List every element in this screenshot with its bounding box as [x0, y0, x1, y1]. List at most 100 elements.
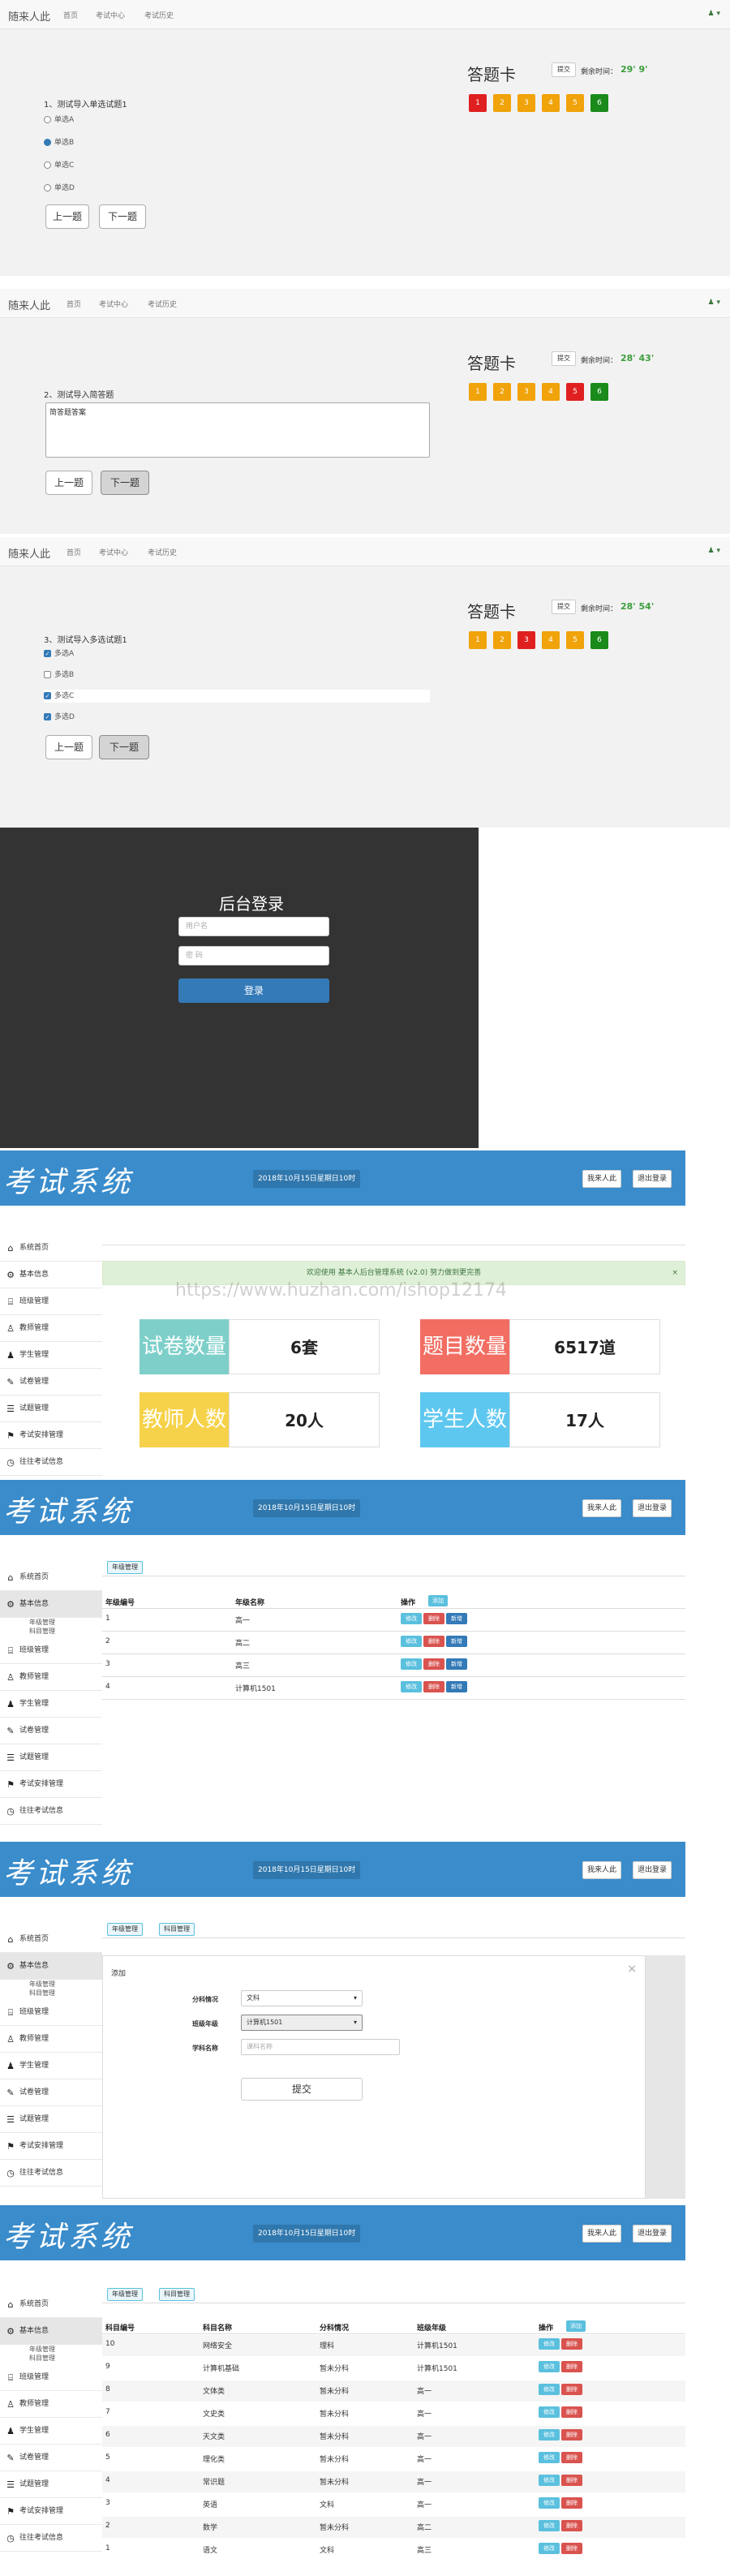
row-action-button[interactable]: 修改 [539, 2406, 560, 2418]
nav-exam-history[interactable]: 考试历史 [144, 10, 174, 20]
sidebar-item[interactable]: ⌸ 班级管理 [0, 1999, 102, 2026]
prev-button[interactable]: 上一题 [45, 204, 89, 229]
personal-button[interactable]: 我来人此 [582, 1170, 622, 1188]
next-button[interactable]: 下一题 [99, 735, 149, 759]
question-number-box[interactable]: 5 [566, 94, 584, 112]
radio-icon[interactable] [44, 116, 51, 123]
row-action-button[interactable]: 删除 [561, 2429, 582, 2441]
logout-button[interactable]: 退出登录 [633, 1499, 672, 1517]
row-action-button[interactable]: 修改 [401, 1681, 422, 1692]
row-action-button[interactable]: 删除 [561, 2338, 582, 2350]
sidebar-item[interactable]: ♙ 教师管理 [0, 2026, 102, 2053]
nav-home[interactable]: 首页 [63, 10, 78, 20]
user-icon[interactable]: ♟ ▾ [708, 547, 720, 555]
sidebar-item[interactable]: ✎ 试卷管理 [0, 1369, 102, 1396]
row-action-button[interactable]: 新增 [446, 1636, 467, 1647]
logout-button[interactable]: 退出登录 [633, 1170, 672, 1188]
row-action-button[interactable]: 修改 [539, 2497, 560, 2509]
row-action-button[interactable]: 删除 [561, 2384, 582, 2395]
sidebar-item[interactable]: ♟ 学生管理 [0, 2053, 102, 2079]
row-action-button[interactable]: 修改 [401, 1636, 422, 1647]
radio-icon[interactable] [44, 139, 51, 146]
row-action-button[interactable]: 修改 [401, 1658, 422, 1670]
checkbox-icon[interactable] [44, 671, 51, 678]
sidebar-subitem[interactable]: 年级管理 [29, 1980, 55, 1989]
row-action-button[interactable]: 新增 [446, 1681, 467, 1692]
row-action-button[interactable]: 删除 [423, 1613, 444, 1624]
question-number-box[interactable]: 2 [493, 383, 511, 401]
row-action-button[interactable]: 修改 [539, 2338, 560, 2350]
sidebar-item[interactable]: ⚑ 考试安排管理 [0, 2498, 102, 2525]
user-icon[interactable]: ♟ ▾ [708, 10, 720, 18]
logout-button[interactable]: 退出登录 [633, 1861, 672, 1879]
option[interactable]: ✓ 多选C [44, 690, 430, 703]
row-action-button[interactable]: 修改 [539, 2429, 560, 2441]
sidebar-item[interactable]: ♟ 学生管理 [0, 2418, 102, 2445]
row-action-button[interactable]: 删除 [423, 1681, 444, 1692]
question-number-box[interactable]: 2 [493, 94, 511, 112]
prev-button[interactable]: 上一题 [45, 735, 92, 759]
question-number-box[interactable]: 6 [590, 383, 608, 401]
row-action-button[interactable]: 删除 [561, 2361, 582, 2372]
nav-exam-center[interactable]: 考试中心 [99, 547, 128, 557]
row-action-button[interactable]: 删除 [561, 2543, 582, 2554]
personal-button[interactable]: 我来人此 [582, 1861, 622, 1879]
brand[interactable]: 随来人此 [8, 297, 50, 312]
sidebar-item[interactable]: ⌂ 系统首页 [0, 2291, 102, 2318]
question-number-box[interactable]: 5 [566, 631, 584, 649]
sidebar-item[interactable]: ◷ 往往考试信息 [0, 1798, 102, 1825]
row-action-button[interactable]: 修改 [539, 2543, 560, 2554]
sidebar-item[interactable]: ⌸ 班级管理 [0, 1288, 102, 1315]
submit-button[interactable]: 提交 [552, 62, 576, 77]
sidebar-item[interactable]: ♙ 教师管理 [0, 1315, 102, 1342]
sidebar-item[interactable]: ☰ 试题管理 [0, 1744, 102, 1771]
question-number-box[interactable]: 1 [469, 631, 487, 649]
option[interactable]: 单选A [44, 114, 74, 127]
sidebar-item[interactable]: ✎ 试卷管理 [0, 2445, 102, 2471]
close-icon[interactable]: × [672, 1262, 678, 1284]
sidebar-item[interactable]: ♟ 学生管理 [0, 1691, 102, 1718]
sidebar-item[interactable]: ☰ 试题管理 [0, 1396, 102, 1422]
option[interactable]: 单选B [44, 136, 74, 149]
question-number-box[interactable]: 2 [493, 631, 511, 649]
nav-exam-history[interactable]: 考试历史 [148, 547, 177, 557]
nav-exam-center[interactable]: 考试中心 [99, 299, 128, 309]
question-number-box[interactable]: 3 [517, 383, 535, 401]
option[interactable]: 单选C [44, 159, 74, 172]
personal-button[interactable]: 我来人此 [582, 1499, 622, 1517]
brand[interactable]: 随来人此 [8, 8, 50, 24]
row-action-button[interactable]: 修改 [539, 2452, 560, 2463]
sidebar-item[interactable]: ☰ 试题管理 [0, 2106, 102, 2133]
row-action-button[interactable]: 新增 [446, 1658, 467, 1670]
question-number-box[interactable]: 5 [566, 383, 584, 401]
submit-button[interactable]: 提交 [552, 351, 576, 366]
sidebar-subitem[interactable]: 科目管理 [29, 1627, 55, 1636]
dialog-submit-button[interactable]: 提交 [241, 2078, 363, 2101]
brand[interactable]: 随来人此 [8, 545, 50, 561]
sidebar-item[interactable]: ⚙ 基本信息 [0, 1591, 102, 1618]
row-action-button[interactable]: 删除 [561, 2452, 582, 2463]
sidebar-item[interactable]: ⚙ 基本信息 [0, 1262, 102, 1288]
nav-exam-center[interactable]: 考试中心 [96, 10, 125, 20]
answer-textarea[interactable]: 简答题答案 [45, 402, 430, 458]
checkbox-icon[interactable]: ✓ [44, 713, 51, 720]
sidebar-item[interactable]: ✎ 试卷管理 [0, 1718, 102, 1744]
row-action-button[interactable]: 删除 [423, 1636, 444, 1647]
add-button[interactable]: 添加 [428, 1595, 448, 1606]
option[interactable]: 单选D [44, 182, 75, 195]
sidebar-item[interactable]: ◷ 往往考试信息 [0, 2525, 102, 2552]
user-icon[interactable]: ♟ ▾ [708, 299, 720, 307]
question-number-box[interactable]: 3 [517, 631, 535, 649]
question-number-box[interactable]: 4 [542, 383, 560, 401]
sidebar-item[interactable]: ⌂ 系统首页 [0, 1564, 102, 1591]
tab-grade[interactable]: 年级管理 [107, 1561, 143, 1574]
sidebar-subitem[interactable]: 科目管理 [29, 1989, 55, 1998]
nav-exam-history[interactable]: 考试历史 [148, 299, 177, 309]
sidebar-subitem[interactable]: 科目管理 [29, 2354, 55, 2363]
checkbox-icon[interactable]: ✓ [44, 692, 51, 699]
sidebar-item[interactable]: ⚑ 考试安排管理 [0, 2133, 102, 2160]
option[interactable]: ✓ 多选A [44, 647, 74, 660]
row-action-button[interactable]: 删除 [561, 2475, 582, 2486]
sidebar-item[interactable]: ◷ 往往考试信息 [0, 1449, 102, 1476]
tab-subject[interactable]: 科目管理 [159, 2288, 195, 2301]
